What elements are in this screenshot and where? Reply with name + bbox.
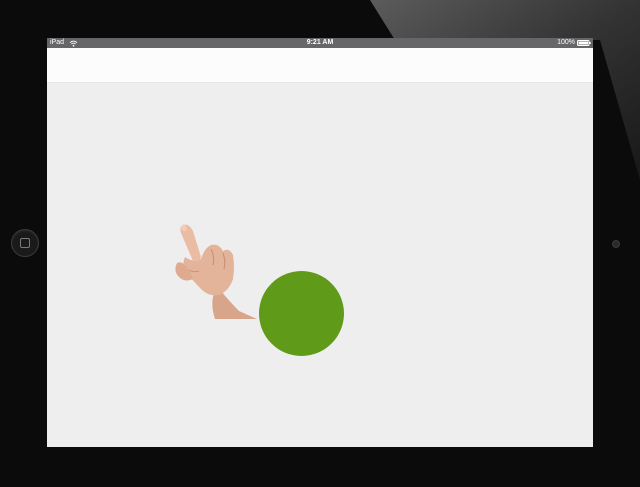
status-bar: iPad 9:21 AM 100%: [47, 38, 593, 48]
ipad-device: iPad 9:21 AM 100%: [0, 0, 640, 487]
screen: iPad 9:21 AM 100%: [47, 38, 593, 447]
content-area[interactable]: [47, 83, 593, 447]
battery-percentage: 100%: [557, 39, 575, 46]
status-time: 9:21 AM: [306, 39, 334, 46]
home-button[interactable]: [11, 229, 39, 257]
home-square-icon: [20, 238, 30, 248]
pointing-hand-icon: [175, 224, 257, 319]
battery-icon: [577, 40, 591, 46]
target-circle[interactable]: [259, 271, 344, 356]
navigation-bar: [47, 48, 593, 83]
camera-dot: [612, 240, 620, 248]
